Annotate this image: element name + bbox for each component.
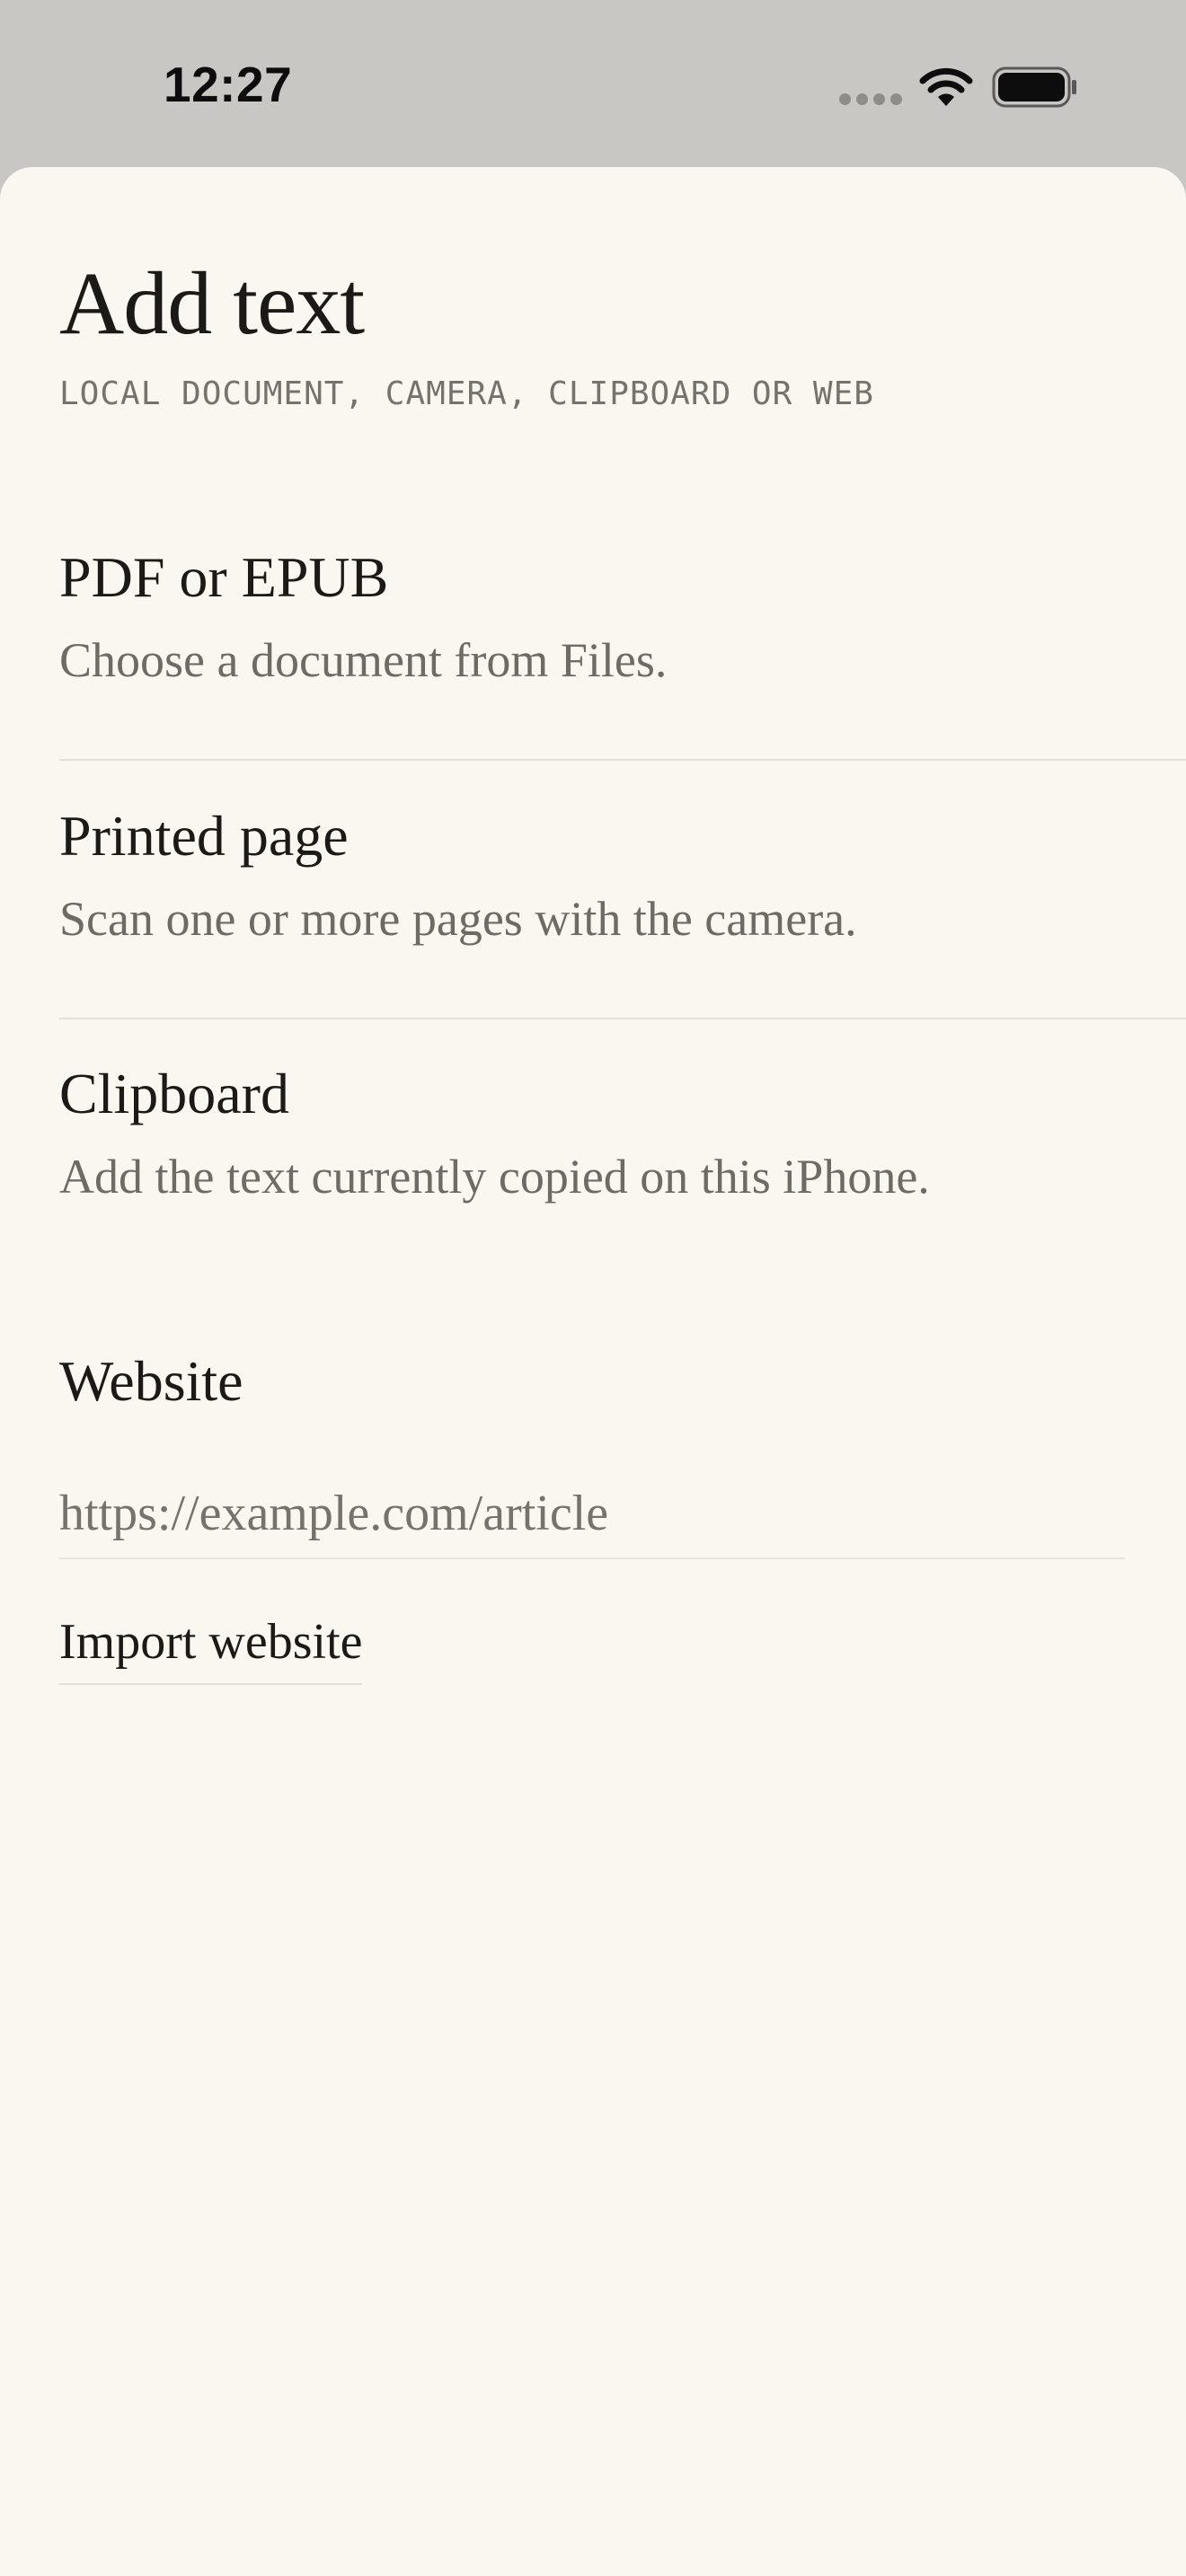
sheet-title: Add text	[59, 253, 365, 353]
option-title: Printed page	[59, 804, 349, 868]
option-description: Scan one or more pages with the camera.	[59, 892, 857, 946]
option-clipboard[interactable]: Clipboard Add the text currently copied …	[59, 1061, 1186, 1284]
option-printed-page[interactable]: Printed page Scan one or more pages with…	[59, 803, 1186, 1026]
option-pdf-epub[interactable]: PDF or EPUB Choose a document from Files…	[59, 544, 1186, 767]
option-description: Choose a document from Files.	[59, 633, 668, 687]
divider	[59, 1018, 1186, 1019]
website-label: Website	[59, 1349, 243, 1413]
sheet-subtitle: LOCAL DOCUMENT, CAMERA, CLIPBOARD OR WEB	[59, 375, 874, 412]
cellular-signal-icon	[839, 93, 902, 106]
website-url-input[interactable]	[59, 1469, 1125, 1559]
status-bar: 12:27	[0, 0, 1186, 167]
import-website-button[interactable]: Import website	[59, 1613, 363, 1685]
option-description: Add the text currently copied on this iP…	[59, 1150, 930, 1204]
status-time: 12:27	[164, 57, 293, 112]
option-title: Clipboard	[59, 1062, 289, 1125]
divider	[59, 759, 1186, 761]
option-title: PDF or EPUB	[59, 545, 389, 609]
battery-icon	[992, 66, 1076, 108]
wifi-icon	[919, 67, 973, 106]
add-text-sheet: Add text LOCAL DOCUMENT, CAMERA, CLIPBOA…	[0, 167, 1186, 2576]
